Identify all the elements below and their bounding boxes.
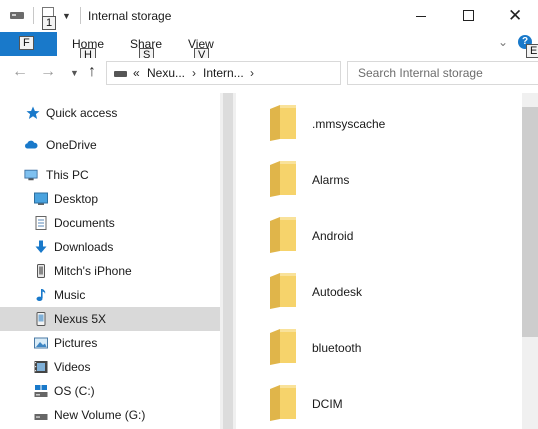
recent-locations-chevron-icon[interactable]: ▼ <box>70 68 79 78</box>
sidebar-item-os-c[interactable]: OS (C:) <box>0 379 220 403</box>
folder-icon <box>270 217 296 253</box>
device-icon <box>36 312 46 326</box>
sidebar-item-onedrive[interactable]: OneDrive <box>0 133 220 157</box>
search-input[interactable]: Search Internal storage <box>358 66 483 80</box>
sidebar-item-label: OneDrive <box>46 138 97 152</box>
list-item[interactable]: bluetooth <box>236 317 516 373</box>
address-bar[interactable]: « Nexu... › Intern... › ⌄ ↻ <box>106 61 437 85</box>
pictures-icon <box>34 337 48 349</box>
drive-icon <box>114 71 127 77</box>
sidebar-item-quick-access[interactable]: Quick access <box>0 101 220 125</box>
keytip-help: E <box>526 44 538 58</box>
back-arrow-icon[interactable]: ← <box>12 63 28 81</box>
sidebar-item-label: This PC <box>46 168 89 182</box>
maximize-icon <box>463 10 474 21</box>
star-icon <box>26 106 40 119</box>
documents-icon <box>35 216 47 230</box>
videos-icon <box>34 361 48 373</box>
scrollbar-thumb[interactable] <box>522 107 538 337</box>
sidebar-item-videos[interactable]: Videos <box>0 355 220 379</box>
list-item[interactable]: Android <box>236 205 516 261</box>
breadcrumb-chevron-icon[interactable]: › <box>192 66 196 80</box>
folder-name: DCIM <box>312 397 343 411</box>
sidebar-item-documents[interactable]: Documents <box>0 211 220 235</box>
sidebar-item-downloads[interactable]: Downloads <box>0 235 220 259</box>
sidebar-item-this-pc[interactable]: This PC <box>0 163 220 187</box>
sidebar-item-label: Desktop <box>54 192 99 206</box>
sidebar-item-label: Music <box>54 288 86 302</box>
up-arrow-icon[interactable]: ↑ <box>88 63 96 81</box>
cloud-icon <box>25 140 38 149</box>
navigation-bar: ← → ▼ ↑ « Nexu... › Intern... › ⌄ ↻ Sear… <box>0 58 538 88</box>
drive-icon <box>34 414 48 420</box>
keytip-quick-access: 1 <box>42 16 57 30</box>
breadcrumb-chevron-icon[interactable]: › <box>250 66 254 80</box>
breadcrumb-internal[interactable]: Intern... <box>203 66 244 80</box>
keytip-file: F <box>19 36 34 50</box>
window-title: Internal storage <box>88 9 172 23</box>
list-item[interactable]: Alarms <box>236 149 516 205</box>
maximize-button[interactable] <box>445 0 491 32</box>
ribbon-tabs: F Home H Share S View V ⌄ ? E <box>0 32 538 62</box>
sidebar-item-label: Nexus 5X <box>54 312 107 326</box>
sidebar-item-new-volume-g[interactable]: New Volume (G:) <box>0 403 220 427</box>
phone-icon <box>37 264 45 278</box>
folder-name: Android <box>312 229 354 243</box>
os-drive-icon <box>34 385 48 397</box>
quick-access-divider <box>33 7 34 24</box>
drive-icon[interactable] <box>10 12 24 19</box>
file-list-scrollbar[interactable] <box>522 93 538 429</box>
title-divider <box>80 7 81 24</box>
sidebar-item-nexus-5x[interactable]: Nexus 5X <box>0 307 220 331</box>
folder-icon <box>270 161 296 197</box>
navigation-pane: Quick access OneDrive This PC Desktop Do… <box>0 93 220 429</box>
folder-icon <box>270 329 296 365</box>
forward-arrow-icon[interactable]: → <box>40 63 56 81</box>
folder-icon <box>270 385 296 421</box>
sidebar-item-label: New Volume (G:) <box>54 408 146 422</box>
music-icon <box>36 289 46 301</box>
sidebar-item-pictures[interactable]: Pictures <box>0 331 220 355</box>
download-icon <box>35 240 47 253</box>
search-box[interactable]: Search Internal storage <box>347 61 538 85</box>
sidebar-item-label: Documents <box>54 216 115 230</box>
sidebar-item-label: OS (C:) <box>54 384 95 398</box>
sidebar-item-label: Downloads <box>54 240 114 254</box>
sidebar-item-label: Quick access <box>46 106 118 120</box>
sidebar-item-label: Mitch's iPhone <box>54 264 132 278</box>
minimize-icon <box>416 16 426 17</box>
list-item[interactable]: Autodesk <box>236 261 516 317</box>
sidebar-item-desktop[interactable]: Desktop <box>0 187 220 211</box>
folder-icon <box>270 105 296 141</box>
folder-name: bluetooth <box>312 341 362 355</box>
sidebar-item-iphone[interactable]: Mitch's iPhone <box>0 259 220 283</box>
folder-icon <box>270 273 296 309</box>
title-bar: 1 ▼ Internal storage ✕ <box>0 0 538 32</box>
sidebar-item-music[interactable]: Music <box>0 283 220 307</box>
tab-file[interactable]: F <box>0 32 57 56</box>
list-item[interactable]: .mmsyscache <box>236 93 516 149</box>
sidebar-item-label: Videos <box>54 360 91 374</box>
navigation-pane-scrollbar[interactable] <box>220 93 236 429</box>
close-button[interactable]: ✕ <box>492 0 538 32</box>
file-list: .mmsyscache Alarms Android Autodesk blue… <box>236 93 522 429</box>
folder-name: Alarms <box>312 173 350 187</box>
scrollbar-thumb[interactable] <box>223 93 233 429</box>
sidebar-item-label: Pictures <box>54 336 98 350</box>
expand-ribbon-chevron-icon[interactable]: ⌄ <box>498 35 508 49</box>
list-item[interactable]: DCIM <box>236 373 516 429</box>
close-icon: ✕ <box>508 6 523 25</box>
folder-name: Autodesk <box>312 285 363 299</box>
breadcrumb-overflow[interactable]: « <box>133 66 140 80</box>
folder-name: .mmsyscache <box>312 117 386 131</box>
desktop-icon <box>34 192 48 205</box>
minimize-button[interactable] <box>398 0 444 32</box>
computer-icon <box>24 169 38 181</box>
customize-toolbar-arrow-icon[interactable]: ▼ <box>62 11 71 21</box>
breadcrumb-nexus[interactable]: Nexu... <box>147 66 185 80</box>
